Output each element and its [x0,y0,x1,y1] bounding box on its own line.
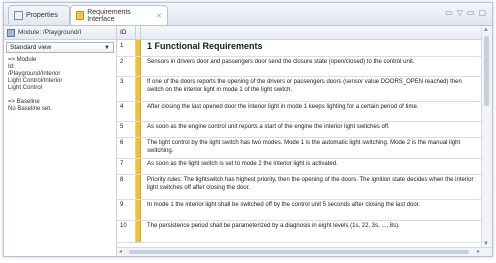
editor-frame: Properties Requirements Interface ✕ ▭ ▽ … [3,2,493,257]
row-text: The light control by the light switch ha… [147,140,461,154]
window-controls: ▭ ▽ ▭ ▢ [445,8,486,17]
scroll-right-icon[interactable]: ▸ [477,248,480,255]
row-id: 9 [117,200,136,220]
info-line: /Playground/Interior [8,71,61,77]
module-panel: Module: /Playground/I Standard view ▼ =>… [4,26,117,256]
table-row[interactable]: 6 The light control by the light switch … [117,138,482,159]
info-line: Light Control [8,85,43,91]
table-row[interactable]: 1 1 Functional Requirements [117,40,482,57]
chevron-down-icon: ▼ [104,44,110,51]
baseline-line: No Baseline set. [8,106,52,112]
row-text: Priority rules: The lightswitch has high… [147,177,474,191]
table-row[interactable]: 8 Priority rules: The lightswitch has hi… [117,175,482,200]
tab-requirements-label: Requirements Interface [87,8,131,23]
row-text: As soon as the engine control unit repor… [147,124,390,130]
restore-icon[interactable]: ▭ [467,8,475,17]
minimize-icon[interactable]: ▭ [445,8,453,17]
module-header[interactable]: Module: /Playground/I [4,26,116,40]
row-text: In mode 1 the interior light shall be sw… [147,202,421,208]
vertical-scrollbar[interactable]: ▲ ▼ [481,26,492,248]
module-icon [7,28,15,37]
tab-requirements-interface[interactable]: Requirements Interface ✕ [70,5,168,25]
row-id: 10 [117,221,136,242]
properties-icon [14,10,23,20]
indicator-column-header [136,26,141,39]
info-line: Light Control/Interior [8,78,63,84]
row-text: Sensors in drivers door and passengers d… [147,59,415,65]
row-id: 2 [117,57,136,76]
horizontal-scrollbar[interactable]: ◂ ▸ [117,247,492,256]
table-row[interactable]: 9 In mode 1 the interior light shall be … [117,200,482,221]
grid-header: ID [117,26,482,40]
view-select-value: Standard view [10,44,52,51]
row-id: 8 [117,175,136,199]
row-id: 1 [117,40,136,56]
requirements-grid: ID 1 1 Functional Requirements 2 Sensors… [117,26,482,248]
requirements-icon [76,11,85,20]
row-text: The persistence period shall be paramete… [147,223,400,229]
scroll-left-icon[interactable]: ◂ [119,248,122,255]
table-row[interactable]: 3 If one of the doors reports the openin… [117,77,482,102]
table-row[interactable]: 5 As soon as the engine control unit rep… [117,122,482,138]
row-text: If one of the doors reports the opening … [147,79,462,93]
baseline-line: => Baseline [8,99,40,105]
row-text: After closing the last opened door the i… [147,104,419,110]
info-line: Id: [8,64,15,70]
info-line: => Module [8,57,37,63]
maximize-icon[interactable]: ▢ [478,8,486,17]
close-icon[interactable]: ✕ [156,12,162,20]
scroll-up-icon[interactable]: ▲ [483,27,489,33]
module-header-label: Module: /Playground/I [18,29,82,36]
view-select[interactable]: Standard view ▼ [6,42,114,53]
row-text: 1 Functional Requirements [147,41,263,51]
row-id: 3 [117,77,136,101]
row-id: 5 [117,122,136,137]
row-text: As soon as the light switch is set to mo… [147,161,338,167]
table-row[interactable]: 2 Sensors in drivers door and passengers… [117,57,482,77]
tab-properties[interactable]: Properties [8,5,70,24]
view-menu-icon[interactable]: ▽ [457,8,463,17]
app-window: Properties Requirements Interface ✕ ▭ ▽ … [0,0,496,263]
table-row[interactable]: 4 After closing the last opened door the… [117,102,482,122]
row-id: 4 [117,102,136,121]
id-column-header[interactable]: ID [117,26,136,39]
table-row[interactable]: 10 The persistence period shall be param… [117,221,482,243]
table-row[interactable]: 7 As soon as the light switch is set to … [117,159,482,175]
tab-properties-label: Properties [26,11,58,19]
tab-bar: Properties Requirements Interface ✕ ▭ ▽ … [4,3,492,26]
scroll-thumb[interactable] [484,36,489,106]
row-id: 7 [117,159,136,174]
row-id: 6 [117,138,136,158]
module-info: => Module Id: /Playground/Interior Light… [4,53,116,117]
scroll-thumb[interactable] [129,250,469,254]
